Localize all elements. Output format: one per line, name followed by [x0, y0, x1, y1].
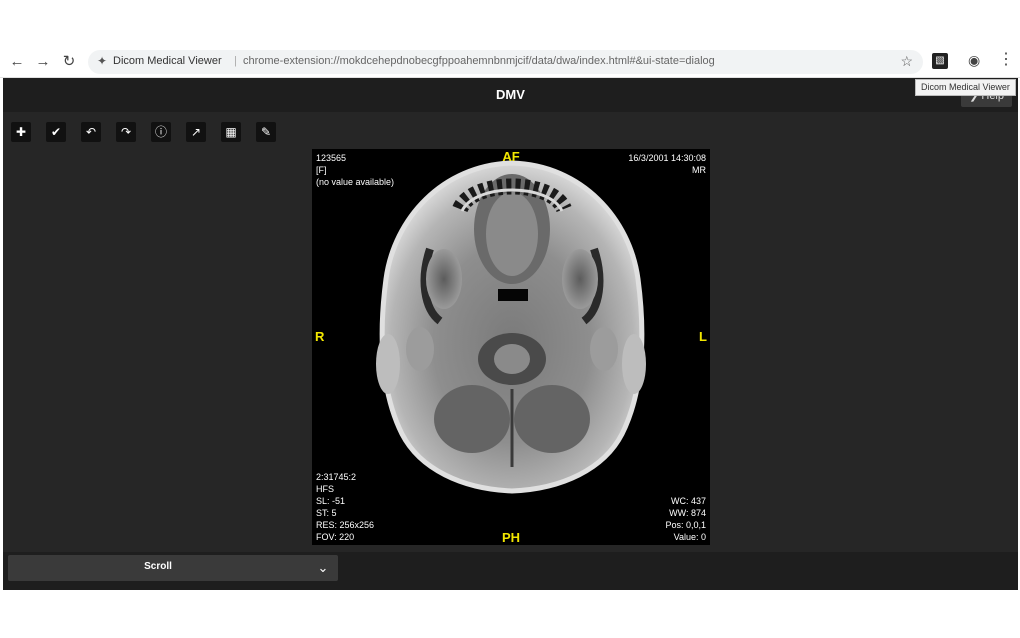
window-width: WW: 874 [669, 508, 706, 518]
reload-icon[interactable]: ↻ [60, 53, 78, 71]
check-icon[interactable]: ✔ [46, 122, 66, 142]
browser-menu-icon[interactable]: ⋮ [998, 51, 1014, 69]
patient-position: HFS [316, 484, 334, 494]
orientation-bottom: PH [501, 530, 521, 545]
export-icon[interactable]: ↗ [186, 122, 206, 142]
interaction-mode-value: Scroll [144, 561, 172, 572]
patient-name: (no value available) [316, 177, 395, 187]
profile-icon[interactable]: ◉ [968, 52, 984, 68]
chevron-down-icon[interactable]: ⌄ [313, 558, 333, 578]
slice-thickness: ST: 5 [316, 508, 337, 518]
redo-icon[interactable]: ↷ [116, 122, 136, 142]
app-title: DMV [496, 87, 525, 102]
browser-toolbar: ← → ↻ ✦ Dicom Medical Viewer | chrome-ex… [0, 47, 1020, 78]
address-bar[interactable]: ✦ Dicom Medical Viewer | chrome-extensio… [88, 50, 923, 74]
interaction-mode-select[interactable]: Scroll ⌄ [8, 555, 338, 581]
window-center: WC: 437 [670, 496, 706, 506]
undo-icon[interactable]: ↶ [81, 122, 101, 142]
dicom-extension-icon[interactable]: ▧ [932, 53, 948, 69]
dicom-image-viewport[interactable]: 123565 [F] (no value available) 16/3/200… [312, 149, 710, 545]
extension-tooltip: Dicom Medical Viewer [915, 79, 1016, 96]
series-id: 2:31745:2 [316, 472, 357, 482]
bookmark-star-icon[interactable]: ☆ [900, 53, 913, 70]
orientation-left: R [315, 329, 325, 344]
url-separator: | [234, 55, 237, 67]
orientation-top: AF [502, 149, 520, 164]
app-header: DMV ❯ Help [3, 78, 1018, 112]
bottom-bar: Scroll ⌄ [3, 552, 1018, 590]
add-icon[interactable]: ✚ [11, 122, 31, 142]
forward-arrow-icon[interactable]: → [34, 53, 52, 71]
modality: MR [692, 165, 706, 175]
back-arrow-icon[interactable]: ← [8, 53, 26, 71]
url-text[interactable]: chrome-extension://mokdcehepdnobecgfppoa… [243, 55, 715, 67]
dicom-viewer-app: DMV ❯ Help ✚ ✔ ↶ ↷ ⓘ ↗ ▦ ✎ 123565 [F] (n… [3, 78, 1018, 590]
info-icon[interactable]: ⓘ [151, 122, 171, 142]
site-name: Dicom Medical Viewer [113, 55, 222, 67]
slice-location: SL: -51 [316, 496, 346, 506]
edit-icon[interactable]: ✎ [256, 122, 276, 142]
patient-sex: [F] [316, 165, 327, 175]
orientation-right: L [699, 329, 707, 344]
grid-icon[interactable]: ▦ [221, 122, 241, 142]
extension-puzzle-icon: ✦ [97, 54, 108, 68]
